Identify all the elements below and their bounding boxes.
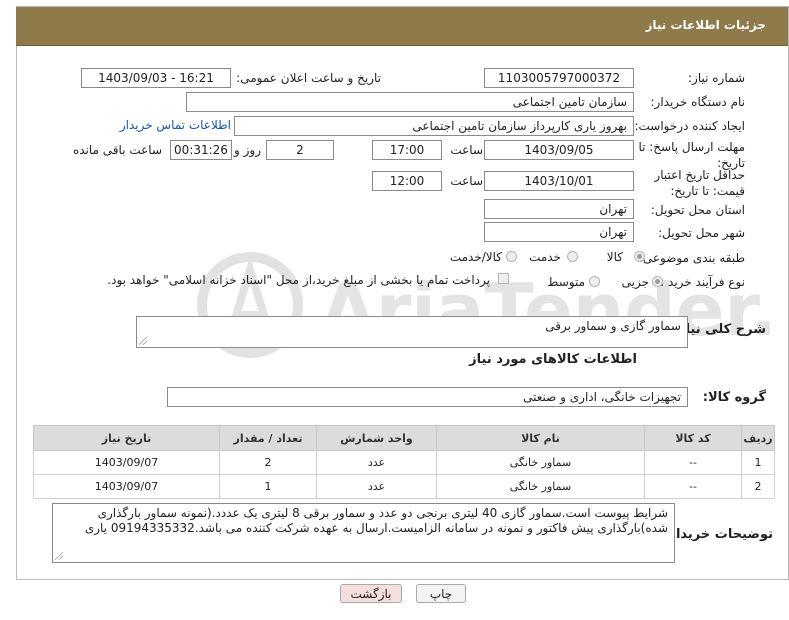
days-field: 2: [266, 140, 334, 160]
category-option-both: کالا/خدمت: [449, 250, 502, 264]
table-row: 1 -- سماور خانگی عدد 2 1403/09/07: [33, 450, 775, 475]
validity-label: حداقل تاریخ اعتبار قیمت: تا تاریخ:: [654, 168, 745, 198]
requester-label: ایجاد کننده درخواست:: [634, 119, 745, 133]
category-label: طبقه بندی موضوعی:: [638, 251, 745, 265]
category-option-goods: کالا: [606, 250, 623, 264]
requester-field: بهروز یاری کارپرداز سازمان تامین اجتماعی: [234, 116, 634, 136]
category-radio-goods[interactable]: [634, 251, 645, 262]
description-text: سماور گازی و سماور برقی: [545, 319, 681, 333]
print-button[interactable]: چاپ: [416, 584, 466, 603]
province-field: تهران: [484, 199, 634, 219]
column-header-unit: واحد شمارش: [316, 425, 437, 451]
need-number-field: 1103005797000372: [484, 68, 634, 88]
resize-grip-icon[interactable]: [139, 337, 147, 345]
goods-group-field: تجهیزات خانگی، اداری و صنعتی: [167, 387, 688, 407]
column-header-qty: تعداد / مقدار: [219, 425, 317, 451]
table-row: 2 -- سماور خانگی عدد 1 1403/09/07: [33, 474, 775, 499]
cell-qty: 1: [219, 474, 317, 499]
validity-date-field: 1403/10/01: [484, 171, 634, 191]
process-radio-medium[interactable]: [589, 276, 600, 287]
days-label: روز و: [234, 143, 261, 157]
page-title: جزئیات اطلاعات نیاز: [645, 18, 766, 32]
treasury-payment-checkbox[interactable]: [498, 273, 509, 284]
goods-section-title: اطلاعات کالاهای مورد نیاز: [469, 352, 637, 367]
cell-unit: عدد: [316, 474, 437, 499]
page-header: جزئیات اطلاعات نیاز: [16, 7, 788, 46]
category-radio-service[interactable]: [567, 251, 578, 262]
city-label: شهر محل تحویل:: [658, 226, 745, 240]
cell-row: 1: [741, 450, 775, 475]
city-field: تهران: [484, 222, 634, 242]
buyer-contact-link[interactable]: اطلاعات تماس خریدار: [120, 118, 231, 132]
deadline-time-label: ساعت: [450, 143, 483, 157]
description-field: سماور گازی و سماور برقی: [136, 316, 688, 348]
goods-table-header: ردیف کد کالا نام کالا واحد شمارش تعداد /…: [33, 425, 775, 451]
need-number-label: شماره نیاز:: [688, 71, 745, 85]
category-option-service: خدمت: [529, 250, 561, 264]
process-option-minor: جزیی: [621, 275, 649, 289]
column-header-code: کد کالا: [644, 425, 742, 451]
cell-name: سماور خانگی: [436, 450, 645, 475]
process-label: نوع فرآیند خرید :: [660, 275, 745, 289]
process-option-medium: متوسط: [547, 275, 585, 289]
buyer-org-field: سازمان تامین اجتماعی: [186, 92, 634, 112]
cell-row: 2: [741, 474, 775, 499]
cell-date: 1403/09/07: [33, 450, 220, 475]
announce-datetime-field: 1403/09/03 - 16:21: [81, 68, 231, 88]
validity-time-field: 12:00: [372, 171, 442, 191]
buyer-notes-field: شرایط پیوست است.سماور گازی 40 لیتری برنج…: [52, 503, 675, 563]
buyer-org-label: نام دستگاه خریدار:: [650, 95, 746, 109]
cell-unit: عدد: [316, 450, 437, 475]
province-label: استان محل تحویل:: [650, 203, 745, 217]
cell-qty: 2: [219, 450, 317, 475]
column-header-date: تاریخ نیاز: [33, 425, 220, 451]
column-header-row: ردیف: [741, 425, 775, 451]
buyer-notes-text: شرایط پیوست است.سماور گازی 40 لیتری برنج…: [84, 506, 668, 535]
goods-table: ردیف کد کالا نام کالا واحد شمارش تعداد /…: [33, 425, 775, 499]
cell-name: سماور خانگی: [436, 474, 645, 499]
cell-code: --: [644, 474, 742, 499]
column-header-name: نام کالا: [436, 425, 645, 451]
deadline-date-field: 1403/09/05: [484, 140, 634, 160]
resize-grip-icon[interactable]: [55, 552, 63, 560]
process-radio-minor[interactable]: [652, 276, 663, 287]
cell-date: 1403/09/07: [33, 474, 220, 499]
cell-code: --: [644, 450, 742, 475]
category-radio-both[interactable]: [506, 251, 517, 262]
buyer-notes-label: توضیحات خریدار:: [663, 527, 773, 542]
announce-label: تاریخ و ساعت اعلان عمومی:: [236, 71, 381, 85]
treasury-payment-note: پرداخت تمام یا بخشی از مبلغ خرید،از محل …: [107, 273, 490, 287]
deadline-time-field: 17:00: [372, 140, 442, 160]
goods-group-label: گروه کالا:: [702, 390, 766, 405]
back-button[interactable]: بازگشت: [340, 584, 402, 603]
validity-time-label: ساعت: [450, 174, 483, 188]
remaining-time-label: ساعت باقی مانده: [72, 143, 162, 157]
remaining-time-field: 00:31:26: [170, 140, 232, 160]
